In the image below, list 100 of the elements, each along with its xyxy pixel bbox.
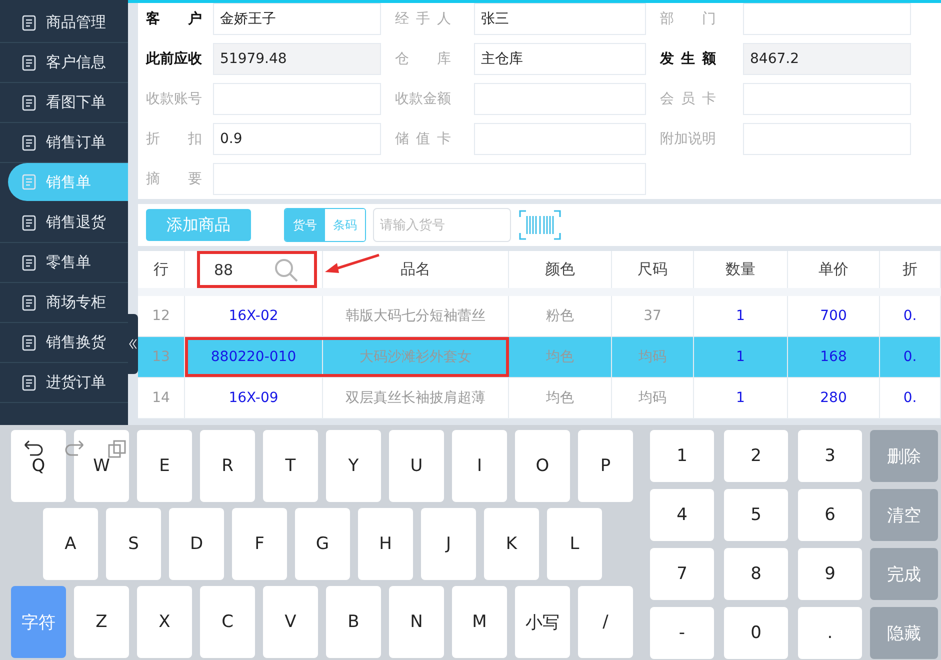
table-cell: 0. xyxy=(880,337,941,377)
collapse-button[interactable] xyxy=(128,314,138,374)
keyboard-key[interactable]: S xyxy=(106,508,161,580)
column-header: 行 xyxy=(138,251,185,288)
input-field[interactable] xyxy=(213,83,381,115)
search-icon[interactable] xyxy=(273,256,300,282)
keyboard-key[interactable]: Y xyxy=(326,430,381,502)
input-field[interactable]: 张三 xyxy=(474,3,646,35)
field-label: 摘要 xyxy=(146,170,202,188)
keyboard-key[interactable]: W xyxy=(74,430,129,502)
field-label: 经手人 xyxy=(395,10,451,28)
table-cell: 韩版大码七分短袖蕾丝 xyxy=(323,296,509,336)
keyboard-key[interactable]: 7 xyxy=(650,548,714,600)
table-cell: 700 xyxy=(788,296,880,336)
table-cell: 均码 xyxy=(612,337,694,377)
column-header: 单价 xyxy=(788,251,880,288)
input-field[interactable] xyxy=(743,83,911,115)
table-cell: 168 xyxy=(788,337,880,377)
keyboard-key[interactable]: F xyxy=(232,508,287,580)
document-icon xyxy=(20,374,38,392)
redo-icon[interactable] xyxy=(64,439,86,459)
sidebar-item[interactable]: 看图下单 xyxy=(0,83,128,123)
table-cell: 均色 xyxy=(509,378,612,418)
table-row[interactable]: 14 16X-09 双层真丝长袖披肩超薄 均色 均码 1 280 0. xyxy=(138,378,941,419)
document-icon xyxy=(20,134,38,152)
keyboard-key[interactable]: M xyxy=(452,586,507,658)
keyboard-key[interactable]: T xyxy=(263,430,318,502)
table-cell: 1 xyxy=(694,296,788,336)
sidebar-item[interactable]: 进货订单 xyxy=(0,363,128,403)
keyboard-key[interactable]: L xyxy=(547,508,602,580)
keyboard-key[interactable]: 6 xyxy=(798,489,862,541)
sidebar-item[interactable]: 零售单 xyxy=(0,243,128,283)
field-label: 仓库 xyxy=(395,50,451,68)
table-cell: 双层真丝长袖披肩超薄 xyxy=(323,378,509,418)
keyboard-key[interactable]: J xyxy=(421,508,476,580)
keyboard-key[interactable]: H xyxy=(358,508,413,580)
input-field[interactable] xyxy=(213,163,646,195)
keyboard-key[interactable]: D xyxy=(169,508,224,580)
keyboard-key[interactable]: 1 xyxy=(650,430,714,482)
table-cell: 880220-010 xyxy=(185,337,323,377)
input-field[interactable]: 51979.48 xyxy=(213,43,381,75)
input-field[interactable]: 金娇王子 xyxy=(213,3,381,35)
input-field[interactable]: 主仓库 xyxy=(474,43,646,75)
keyboard-key[interactable]: Q xyxy=(11,430,66,502)
search-field[interactable]: 请输入货号 xyxy=(373,208,511,242)
keyboard-key[interactable]: - xyxy=(650,607,714,659)
keyboard-key[interactable]: 0 xyxy=(724,607,788,659)
keyboard-key[interactable]: N xyxy=(389,586,444,658)
input-field[interactable] xyxy=(474,83,646,115)
input-field[interactable]: 8467.2 xyxy=(743,43,911,75)
keyboard-key[interactable]: R xyxy=(200,430,255,502)
keyboard-key[interactable]: 9 xyxy=(798,548,862,600)
copy-icon[interactable] xyxy=(106,439,128,459)
field-label: 部门 xyxy=(660,10,716,28)
keyboard-key[interactable]: B xyxy=(326,586,381,658)
keyboard-key[interactable]: . xyxy=(798,607,862,659)
document-icon xyxy=(20,14,38,32)
input-field[interactable]: 0.9 xyxy=(213,123,381,155)
keyboard-key[interactable]: O xyxy=(515,430,570,502)
table-cell: 280 xyxy=(788,378,880,418)
keyboard-key[interactable]: A xyxy=(43,508,98,580)
field-label: 附加说明 xyxy=(660,130,716,148)
keyboard-key[interactable]: U xyxy=(389,430,444,502)
sidebar-item[interactable]: 商品管理 xyxy=(0,3,128,43)
field-label: 会员卡 xyxy=(660,90,716,108)
keyboard-key[interactable]: Z xyxy=(74,586,129,658)
table-cell: 0. xyxy=(880,378,941,418)
code-search-field[interactable]: 88 xyxy=(196,251,316,288)
table-row[interactable]: 13 880220-010 大码沙滩衫外套女 均色 均码 1 168 0. xyxy=(138,337,941,378)
sidebar-item[interactable]: 商场专柜 xyxy=(0,283,128,323)
field-label: 此前应收 xyxy=(146,50,202,68)
keyboard-key[interactable]: 5 xyxy=(724,489,788,541)
keyboard-key[interactable]: 4 xyxy=(650,489,714,541)
input-field[interactable] xyxy=(743,123,911,155)
keyboard-key[interactable]: / xyxy=(578,586,633,658)
keyboard-key[interactable]: P xyxy=(578,430,633,502)
keyboard-key[interactable]: K xyxy=(484,508,539,580)
document-icon xyxy=(20,54,38,72)
keyboard-key[interactable]: V xyxy=(263,586,318,658)
sidebar-item[interactable]: 客户信息 xyxy=(0,43,128,83)
keyboard-key[interactable]: X xyxy=(137,586,192,658)
sidebar-item[interactable]: 销售退货 xyxy=(0,203,128,243)
keyboard-key[interactable]: C xyxy=(200,586,255,658)
column-header: 颜色 xyxy=(509,251,612,288)
input-field[interactable] xyxy=(474,123,646,155)
input-field[interactable] xyxy=(743,3,911,35)
keyboard-key[interactable]: E xyxy=(137,430,192,502)
table-cell: 16X-09 xyxy=(185,378,323,418)
keyboard-key[interactable]: G xyxy=(295,508,350,580)
document-icon xyxy=(20,294,38,312)
barcode-scan-icon[interactable] xyxy=(519,210,561,240)
column-header: 数量 xyxy=(694,251,788,288)
undo-icon[interactable] xyxy=(22,439,44,459)
column-header: 尺码 xyxy=(612,251,694,288)
keyboard-key[interactable]: 8 xyxy=(724,548,788,600)
keyboard-key[interactable]: 小写 xyxy=(515,586,570,658)
keyboard-key[interactable]: 2 xyxy=(724,430,788,482)
keyboard-key[interactable]: 3 xyxy=(798,430,862,482)
field-label: 发生额 xyxy=(660,50,716,68)
keyboard-key[interactable]: I xyxy=(452,430,507,502)
